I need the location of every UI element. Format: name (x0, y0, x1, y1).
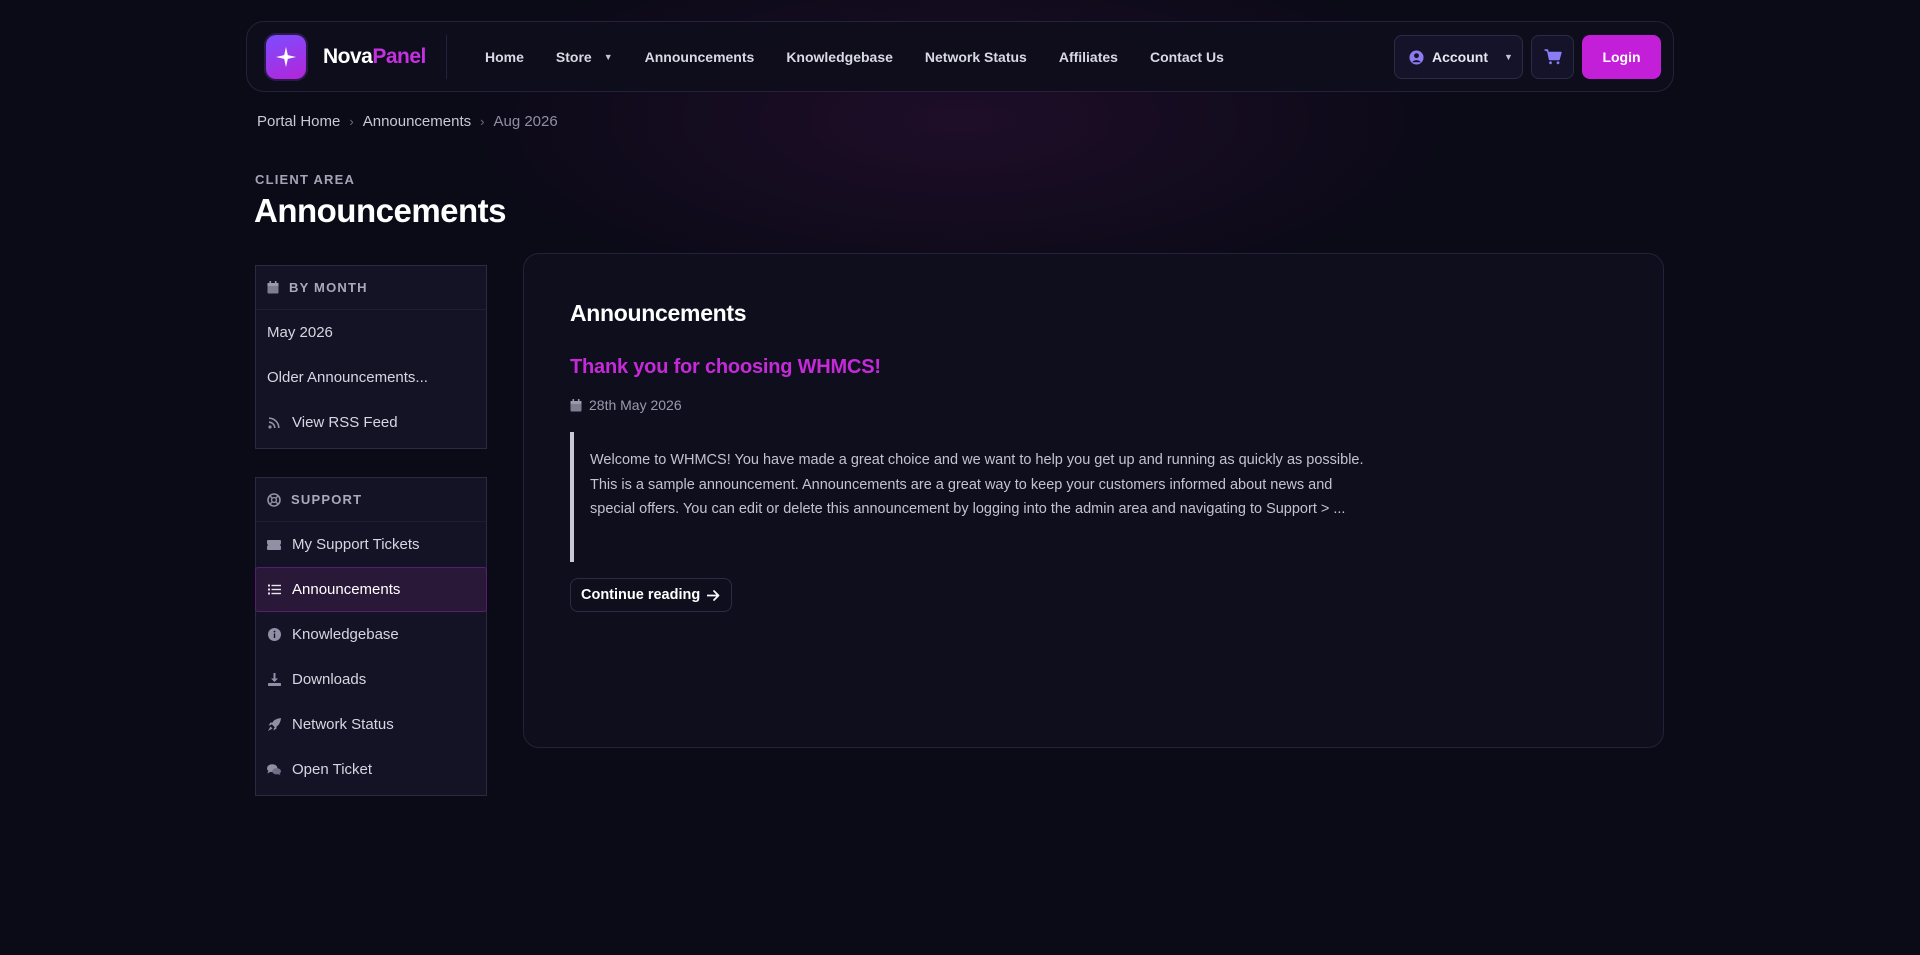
sidebar-item-announcements[interactable]: Announcements (255, 567, 487, 612)
sidebar-item-label: Announcements (292, 581, 401, 598)
panel-heading: SUPPORT (256, 478, 486, 522)
sidebar-item-label: Older Announcements... (267, 369, 428, 386)
panel-heading: BY MONTH (256, 266, 486, 310)
sidebar-item-label: Knowledgebase (292, 626, 399, 643)
top-navbar: NovaPanel Home Store ▼ Announcements Know… (246, 21, 1674, 92)
user-circle-icon (1409, 49, 1424, 65)
info-icon (267, 628, 281, 641)
sidebar-item-older-announcements[interactable]: Older Announcements... (256, 355, 486, 400)
sidebar-item-label: Network Status (292, 716, 394, 733)
sidebar-item-knowledgebase[interactable]: Knowledgebase (256, 612, 486, 657)
nav-store[interactable]: Store ▼ (556, 49, 613, 65)
nav-label: Affiliates (1058, 48, 1118, 65)
continue-reading-label: Continue reading (581, 587, 701, 603)
nav-affiliates[interactable]: Affiliates (1059, 49, 1118, 65)
page-title: Announcements (254, 192, 507, 229)
chevron-right-icon: › (480, 114, 485, 129)
comments-icon (267, 763, 281, 776)
nav-knowledgebase[interactable]: Knowledgebase (786, 49, 893, 65)
brand-name-part-1: Nova (323, 45, 373, 68)
nav-label: Network Status (924, 48, 1027, 65)
sidebar-item-label: May 2026 (267, 324, 333, 341)
nav-contact-us[interactable]: Contact Us (1150, 49, 1224, 65)
nav-announcements[interactable]: Announcements (645, 49, 755, 65)
announcements-card: Announcements Thank you for choosing WHM… (523, 253, 1664, 748)
rss-icon (267, 416, 281, 429)
breadcrumb-announcements[interactable]: Announcements (363, 113, 471, 130)
page-eyebrow: CLIENT AREA (255, 172, 356, 187)
caret-down-icon: ▼ (603, 51, 613, 62)
nav-home[interactable]: Home (485, 49, 524, 65)
sidebar-item-label: Open Ticket (292, 761, 373, 778)
sidebar-item-label: Downloads (292, 671, 367, 688)
breadcrumb-current: Aug 2026 (493, 113, 558, 130)
nav-label: Store (555, 48, 592, 65)
cart-button[interactable] (1531, 35, 1574, 79)
ticket-icon (267, 539, 281, 550)
account-dropdown-button[interactable]: Account ▼ (1394, 35, 1523, 79)
brand-name[interactable]: NovaPanel (323, 45, 426, 69)
divider (446, 35, 447, 79)
cart-icon (1544, 49, 1562, 65)
continue-reading-button[interactable]: Continue reading (570, 578, 732, 612)
announcement-date-text: 28th May 2026 (589, 397, 682, 413)
announcement-excerpt: Welcome to WHMCS! You have made a great … (570, 432, 1370, 562)
rocket-icon (267, 718, 281, 731)
sidebar-item-label: View RSS Feed (292, 414, 398, 431)
brand-name-part-2: Panel (372, 45, 426, 68)
nav-label: Contact Us (1149, 48, 1224, 65)
panel-heading-label: SUPPORT (291, 492, 363, 507)
nav-label: Knowledgebase (786, 48, 893, 65)
nav-label: Announcements (644, 48, 755, 65)
nav-network-status[interactable]: Network Status (925, 49, 1027, 65)
sidebar-item-rss-feed[interactable]: View RSS Feed (256, 400, 486, 445)
breadcrumb-portal-home[interactable]: Portal Home (257, 113, 340, 130)
by-month-panel: BY MONTH May 2026 Older Announcements...… (255, 265, 487, 449)
sidebar-item-label: My Support Tickets (292, 536, 420, 553)
panel-heading-label: BY MONTH (289, 280, 368, 295)
list-icon (267, 584, 281, 595)
announcement-date: 28th May 2026 (570, 397, 682, 413)
main-nav: Home Store ▼ Announcements Knowledgebase … (485, 22, 1256, 91)
chevron-right-icon: › (349, 114, 354, 129)
sidebar-item-may-2026[interactable]: May 2026 (256, 310, 486, 355)
download-icon (267, 673, 281, 686)
caret-down-icon: ▼ (1504, 52, 1513, 62)
sidebar-item-open-ticket[interactable]: Open Ticket (256, 747, 486, 792)
card-title: Announcements (570, 300, 747, 326)
announcement-title-link[interactable]: Thank you for choosing WHMCS! (570, 356, 881, 379)
sidebar-item-network-status[interactable]: Network Status (256, 702, 486, 747)
nav-label: Home (485, 48, 524, 65)
brand-logo[interactable] (266, 35, 306, 79)
sidebar-item-downloads[interactable]: Downloads (256, 657, 486, 702)
sparkle-icon (275, 46, 297, 68)
breadcrumb: Portal Home › Announcements › Aug 2026 (257, 113, 558, 130)
support-panel: SUPPORT My Support Tickets Announcements… (255, 477, 487, 796)
login-button[interactable]: Login (1582, 35, 1661, 79)
calendar-icon (267, 281, 279, 294)
calendar-icon (570, 398, 582, 412)
account-label: Account (1432, 49, 1488, 65)
sidebar-item-support-tickets[interactable]: My Support Tickets (256, 522, 486, 567)
arrow-right-icon (707, 589, 720, 601)
lifebuoy-icon (267, 492, 281, 507)
